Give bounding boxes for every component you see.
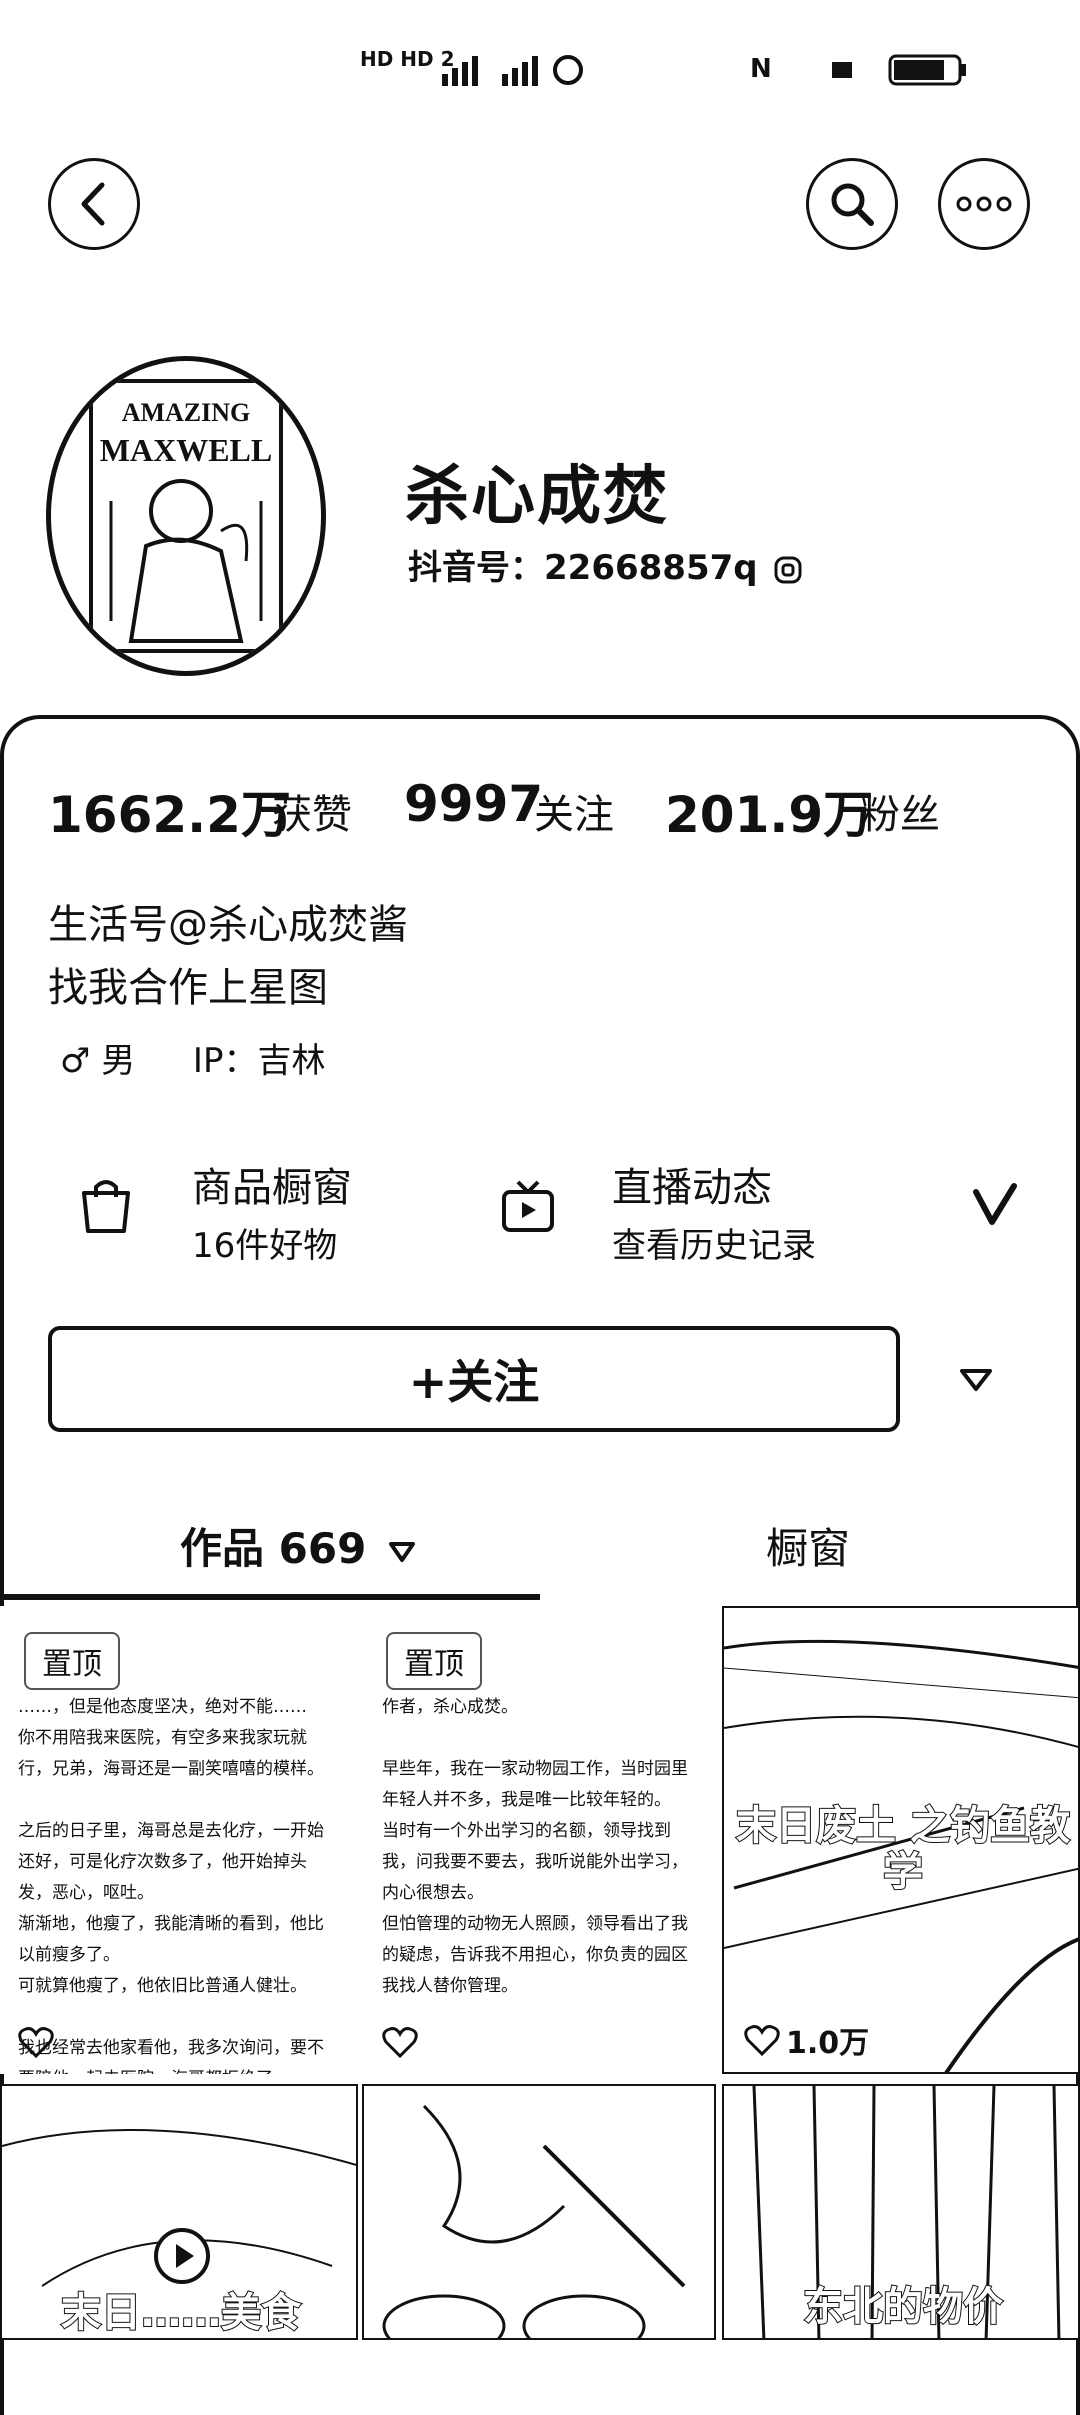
heart-icon xyxy=(18,2027,54,2058)
tab-indicator xyxy=(0,1594,540,1600)
live-subtitle: 查看历史记录 xyxy=(612,1226,816,1266)
tile-3-title: 末日废土 之钓鱼教学 xyxy=(735,1802,1071,1896)
search-button[interactable] xyxy=(806,158,898,250)
battery-icon xyxy=(832,54,966,86)
shopping-bag-icon xyxy=(82,1180,130,1233)
tv-icon xyxy=(502,1180,554,1232)
triangle-down-icon xyxy=(388,1541,415,1562)
profile-meta: ♂ 男 IP：吉林 xyxy=(60,1033,325,1082)
video-tile-6[interactable]: 东北的物价 xyxy=(722,2084,1080,2340)
following-count[interactable]: 9997 xyxy=(404,775,543,833)
tile-4-title: 末日……美食 xyxy=(60,2289,302,2337)
follow-button[interactable]: +关注 xyxy=(48,1326,900,1432)
likes-count[interactable]: 1662.2万 xyxy=(48,775,291,847)
bio-line-1: 生活号@杀心成焚酱 xyxy=(48,902,408,948)
more-button[interactable] xyxy=(938,158,1030,250)
tab-showcase[interactable]: 橱窗 xyxy=(766,1515,850,1576)
douyin-id: 抖音号：22668857q xyxy=(408,540,803,589)
video-tile-1[interactable]: ……，但是他态度坚决，绝对不能…… 你不用陪我来医院，有空多来我家玩就行，兄弟，… xyxy=(0,1606,358,2074)
tile-6-title: 东北的物价 xyxy=(802,2283,1004,2331)
tab-works[interactable]: 作品 669 xyxy=(180,1515,417,1576)
tile-2-likes xyxy=(382,2026,418,2058)
shop-window-subtitle: 16件好物 xyxy=(192,1226,338,1266)
signal-icon xyxy=(442,55,583,86)
chevron-left-icon xyxy=(81,182,105,226)
chevron-down-icon[interactable] xyxy=(970,1180,1020,1230)
tile-3-likes: 1.0万 xyxy=(744,2018,869,2062)
ip-tag: IP：吉林 xyxy=(192,1041,326,1081)
video-tile-2[interactable]: 作者，杀心成焚。 早些年，我在一家动物园工作，当时园里年轻人并不多，我是唯一比较… xyxy=(362,1606,716,2074)
pinned-badge: 置顶 xyxy=(24,1632,120,1690)
ellipsis-icon xyxy=(956,196,1012,212)
tile-3-likes-count: 1.0万 xyxy=(786,2026,870,2061)
douyin-id-text: 抖音号：22668857q xyxy=(408,548,758,588)
tile-1-likes xyxy=(18,2026,54,2058)
avatar-illustration: AMAZING MAXWELL xyxy=(89,379,283,653)
dropdown-triangle-icon[interactable] xyxy=(956,1365,996,1395)
avatar[interactable]: AMAZING MAXWELL xyxy=(46,356,326,676)
copy-icon[interactable] xyxy=(773,555,803,585)
followers-count[interactable]: 201.9万 xyxy=(665,775,873,847)
heart-icon xyxy=(744,2025,780,2056)
video-tile-5[interactable] xyxy=(362,2084,716,2340)
video-tile-4[interactable]: 末日……美食 xyxy=(0,2084,358,2340)
live-title: 直播动态 xyxy=(612,1165,772,1211)
following-label: 关注 xyxy=(534,792,614,838)
tile-1-text: ……，但是他态度坚决，绝对不能…… 你不用陪我来医院，有空多来我家玩就行，兄弟，… xyxy=(18,1697,324,2074)
avatar-title-1: AMAZING xyxy=(122,398,251,427)
heart-icon xyxy=(382,2027,418,2058)
nfc-icon: N xyxy=(750,54,772,84)
profile-name: 杀心成焚 xyxy=(405,460,669,534)
avatar-title-2: MAXWELL xyxy=(100,432,272,468)
video-tile-3[interactable]: 末日废土 之钓鱼教学 1.0万 xyxy=(722,1606,1080,2074)
back-button[interactable] xyxy=(48,158,140,250)
pinned-badge: 置顶 xyxy=(386,1632,482,1690)
gender-tag: ♂ 男 xyxy=(60,1041,136,1081)
search-icon xyxy=(831,183,874,226)
shop-window-title: 商品橱窗 xyxy=(192,1165,352,1211)
likes-label: 获赞 xyxy=(272,792,352,838)
bio-line-2: 找我合作上星图 xyxy=(48,965,328,1011)
status-bar: HD HD 2 N xyxy=(0,40,1080,110)
tile-5-thumbnail xyxy=(382,2104,686,2338)
tile-2-text: 作者，杀心成焚。 早些年，我在一家动物园工作，当时园里年轻人并不多，我是唯一比较… xyxy=(382,1697,688,1996)
play-icon xyxy=(154,2228,210,2284)
tab-works-label: 作品 669 xyxy=(180,1524,367,1573)
followers-label: 粉丝 xyxy=(860,792,940,838)
